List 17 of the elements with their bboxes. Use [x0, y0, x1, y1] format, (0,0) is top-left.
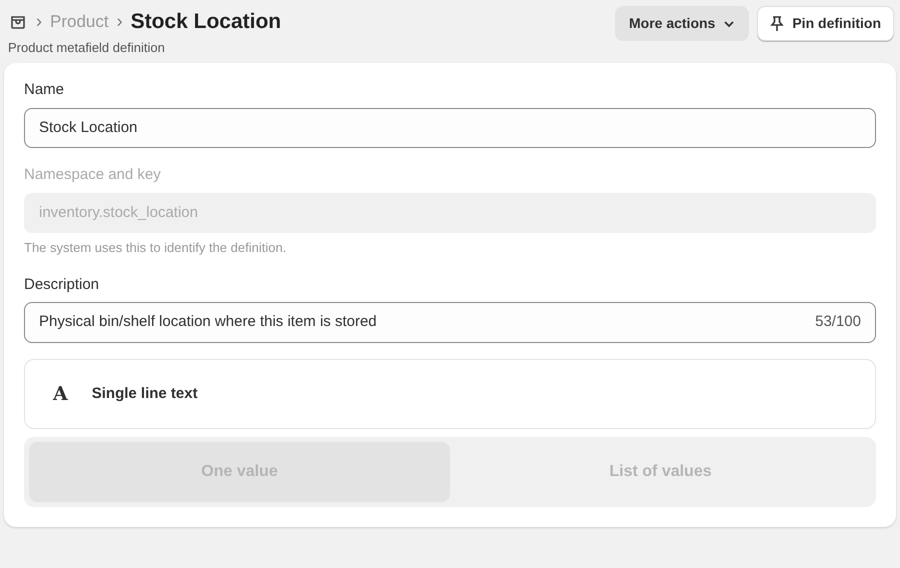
input-field: inventory.stock_location: [24, 192, 876, 233]
field-label: Name: [24, 80, 66, 100]
input-field[interactable]: Stock Location: [24, 108, 876, 148]
field-label: Description: [24, 274, 100, 294]
page-title: Stock Location: [130, 9, 282, 35]
help-text: The system uses this to identify the definition.: [24, 239, 288, 257]
pin-definition-button[interactable]: Pin definition: [757, 6, 894, 41]
breadcrumb-separator: ›: [116, 10, 123, 34]
character-counter: 53/100: [815, 312, 861, 332]
more-actions-button[interactable]: More actions: [614, 6, 750, 41]
text-type-icon: A: [53, 380, 68, 408]
pin-icon: [770, 16, 784, 32]
breadcrumb-separator: ›: [36, 10, 42, 34]
page-subtitle: Product metafield definition: [8, 38, 166, 56]
type-card[interactable]: A Single line text: [24, 358, 876, 429]
field-label: Namespace and key: [24, 165, 162, 185]
input-field[interactable]: Physical bin/shelf location where this item is stored 53/100: [24, 302, 876, 342]
